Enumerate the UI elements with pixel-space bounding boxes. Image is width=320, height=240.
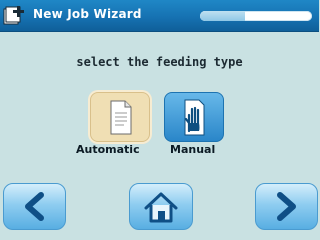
manual-feeding-button[interactable] bbox=[164, 92, 224, 142]
feeding-type-prompt: select the feeding type bbox=[76, 55, 243, 69]
hand-icon bbox=[184, 99, 205, 136]
document-icon bbox=[110, 100, 132, 135]
page-title: New Job Wizard bbox=[33, 7, 142, 21]
wizard-progress-fill bbox=[200, 11, 245, 21]
back-button[interactable] bbox=[3, 183, 66, 230]
title-bar: New Job Wizard bbox=[0, 0, 319, 32]
wizard-progress-bar bbox=[200, 11, 312, 21]
chevron-right-icon bbox=[277, 192, 296, 221]
home-icon bbox=[144, 192, 178, 223]
home-button[interactable] bbox=[129, 183, 193, 230]
chevron-left-icon bbox=[25, 192, 44, 221]
next-button[interactable] bbox=[255, 183, 318, 230]
new-job-wizard-icon bbox=[3, 6, 24, 25]
manual-label: Manual bbox=[170, 143, 216, 156]
automatic-feeding-button[interactable] bbox=[90, 92, 150, 142]
automatic-label: Automatic bbox=[76, 143, 140, 156]
